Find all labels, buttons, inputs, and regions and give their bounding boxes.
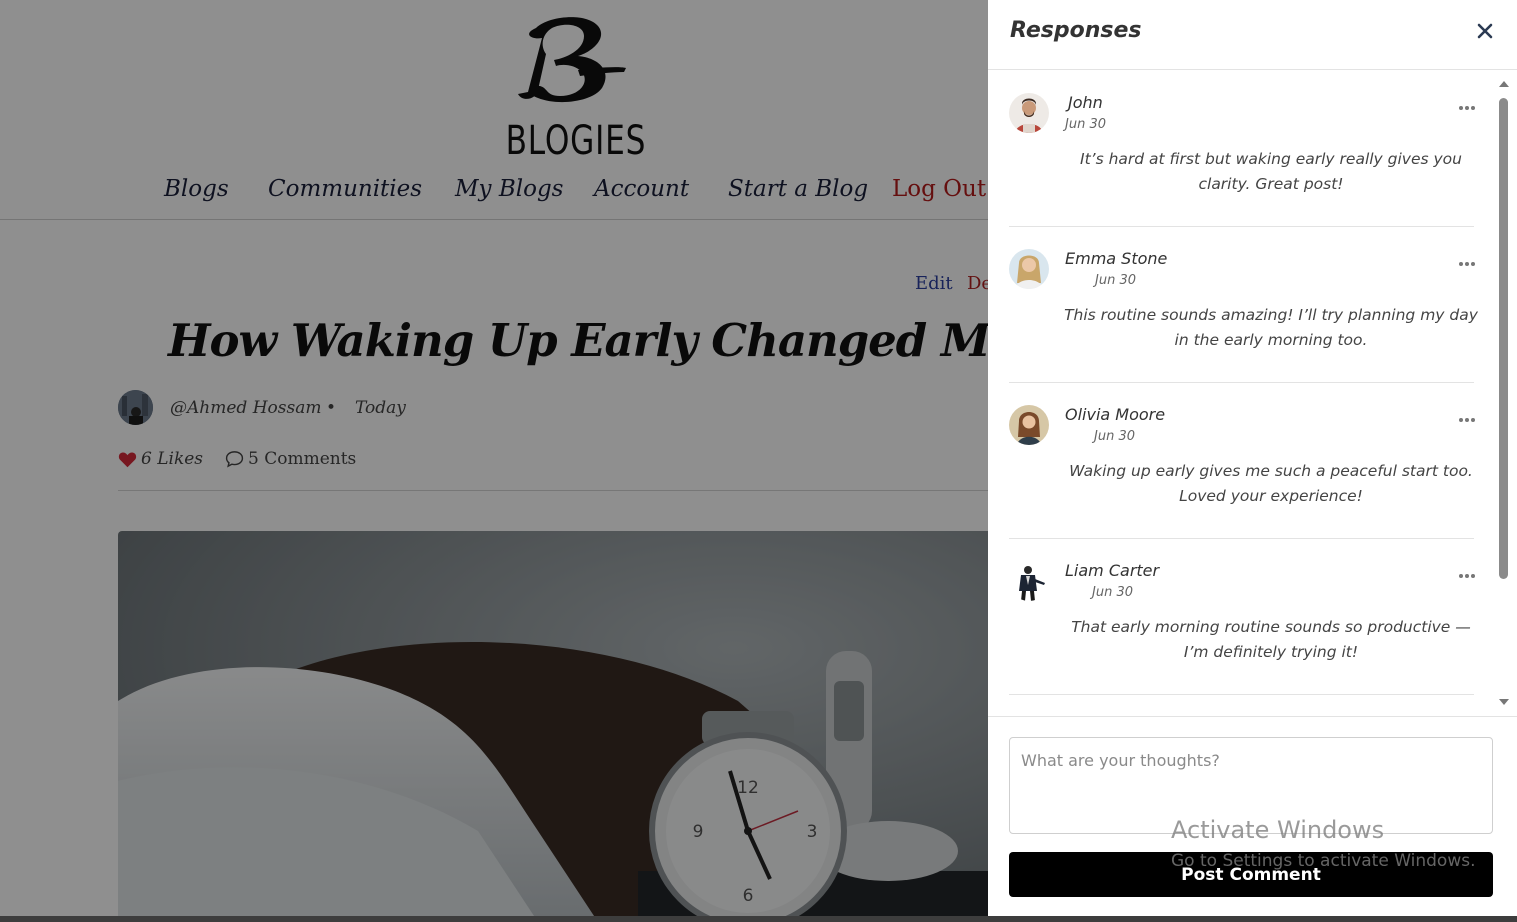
comment-text: Waking up early gives me such a peaceful…	[1069, 462, 1473, 505]
comment-date: Jun 30	[1094, 429, 1135, 444]
scroll-down-icon[interactable]	[1497, 696, 1511, 708]
responses-panel: Responses John Jun 30 It’s hard at first…	[988, 0, 1517, 916]
comment-date: Jun 30	[1092, 585, 1133, 600]
comment-item: Liam Carter Jun 30 That early morning ro…	[1009, 539, 1477, 695]
panel-title: Responses	[1010, 18, 1142, 43]
close-icon[interactable]	[1474, 20, 1496, 42]
comment-list[interactable]: John Jun 30 It’s hard at first but wakin…	[988, 71, 1497, 716]
post-comment-button[interactable]: Post Comment	[1009, 852, 1493, 897]
compose-divider	[988, 716, 1517, 717]
comment-text: That early morning routine sounds so pro…	[1071, 618, 1471, 661]
commenter-avatar[interactable]	[1009, 561, 1049, 601]
window-bottom-edge	[0, 916, 1517, 922]
more-dots-icon[interactable]	[1457, 103, 1477, 113]
scroll-up-icon[interactable]	[1497, 78, 1511, 90]
comment-scrollbar[interactable]	[1496, 78, 1512, 710]
more-dots-icon[interactable]	[1457, 259, 1477, 269]
comment-item: Emma Stone Jun 30 This routine sounds am…	[1009, 227, 1478, 383]
commenter-name[interactable]: John	[1068, 93, 1103, 112]
modal-backdrop[interactable]	[0, 0, 988, 922]
commenter-name[interactable]: Emma Stone	[1065, 249, 1167, 268]
comment-text: It’s hard at first but waking early real…	[1080, 150, 1462, 193]
commenter-avatar[interactable]	[1009, 249, 1049, 289]
comment-item: John Jun 30 It’s hard at first but wakin…	[1009, 71, 1477, 227]
comment-date: Jun 30	[1095, 273, 1136, 288]
commenter-name[interactable]: Olivia Moore	[1065, 405, 1165, 424]
comment-date: Jun 30	[1065, 117, 1106, 132]
more-dots-icon[interactable]	[1457, 571, 1477, 581]
scrollbar-thumb[interactable]	[1499, 98, 1508, 579]
comment-text: This routine sounds amazing! I’ll try pl…	[1064, 306, 1478, 349]
commenter-avatar[interactable]	[1009, 93, 1049, 133]
comment-input[interactable]	[1009, 737, 1493, 834]
commenter-avatar[interactable]	[1009, 405, 1049, 445]
more-dots-icon[interactable]	[1457, 415, 1477, 425]
panel-header: Responses	[988, 0, 1517, 70]
comment-item: Olivia Moore Jun 30 Waking up early give…	[1009, 383, 1477, 539]
commenter-name[interactable]: Liam Carter	[1065, 561, 1159, 580]
